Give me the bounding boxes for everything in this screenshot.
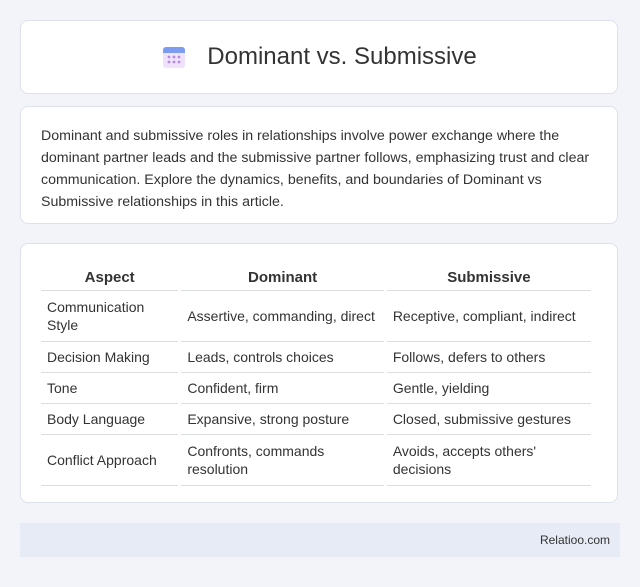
cell-dominant: Confronts, commands resolution — [181, 435, 384, 486]
cell-submissive: Gentle, yielding — [386, 373, 591, 404]
footer-site-name: Relatioo.com — [539, 533, 610, 547]
header-aspect: Aspect — [41, 264, 179, 291]
cell-dominant: Assertive, commanding, direct — [181, 291, 384, 342]
intro-paragraph: Dominant and submissive roles in relatio… — [41, 128, 590, 210]
table-row: Tone Confident, firm Gentle, yielding — [41, 373, 591, 404]
page-title: Dominant vs. Submissive — [207, 43, 477, 70]
title-card: Dominant vs. Submissive — [20, 20, 618, 94]
cell-submissive: Avoids, accepts others' decisions — [386, 435, 591, 486]
table-row: Communication Style Assertive, commandin… — [41, 291, 591, 342]
header-dominant: Dominant — [181, 264, 384, 291]
cell-aspect: Decision Making — [41, 342, 179, 373]
table-row: Body Language Expansive, strong posture … — [41, 404, 591, 435]
comparison-table: Aspect Dominant Submissive Communication… — [38, 264, 594, 486]
cell-dominant: Expansive, strong posture — [181, 404, 384, 435]
calendar-icon — [163, 47, 186, 68]
footer: Relatioo.com — [20, 523, 620, 557]
table-header-row: Aspect Dominant Submissive — [41, 264, 591, 291]
cell-submissive: Receptive, compliant, indirect — [386, 291, 591, 342]
comparison-card: Aspect Dominant Submissive Communication… — [20, 243, 618, 503]
cell-aspect: Communication Style — [41, 291, 179, 342]
cell-aspect: Body Language — [41, 404, 179, 435]
cell-dominant: Confident, firm — [181, 373, 384, 404]
table-row: Decision Making Leads, controls choices … — [41, 342, 591, 373]
cell-dominant: Leads, controls choices — [181, 342, 384, 373]
intro-card: Dominant and submissive roles in relatio… — [20, 106, 618, 224]
cell-submissive: Closed, submissive gestures — [386, 404, 591, 435]
cell-submissive: Follows, defers to others — [386, 342, 591, 373]
header-submissive: Submissive — [386, 264, 591, 291]
cell-aspect: Conflict Approach — [41, 435, 179, 486]
table-row: Conflict Approach Confronts, commands re… — [41, 435, 591, 486]
cell-aspect: Tone — [41, 373, 179, 404]
